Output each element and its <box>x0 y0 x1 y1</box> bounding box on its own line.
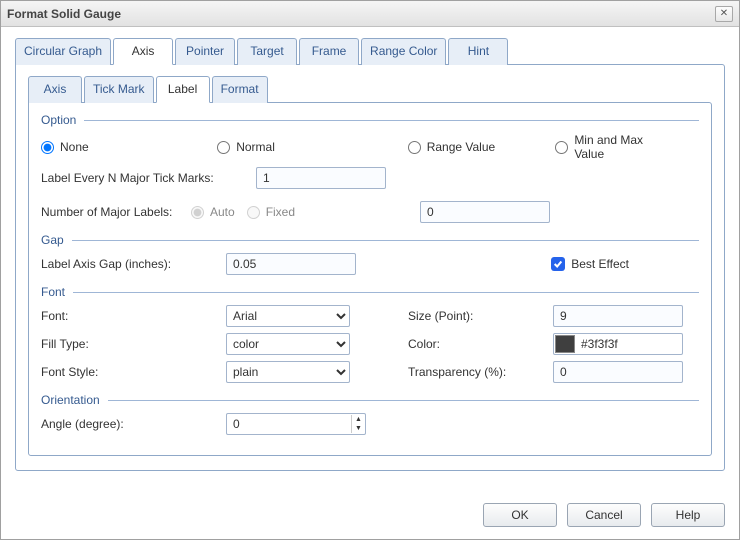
subtab-label[interactable]: Label <box>156 76 210 103</box>
num-major-label: Number of Major Labels: <box>41 205 172 219</box>
font-style-select[interactable]: plain <box>226 361 350 383</box>
radio-fixed-input[interactable] <box>247 206 260 219</box>
sub-tabpanel: Option None Normal <box>28 102 712 456</box>
section-font: Font <box>41 285 699 299</box>
titlebar: Format Solid Gauge ✕ <box>1 1 739 27</box>
section-gap: Gap <box>41 233 699 247</box>
tab-target[interactable]: Target <box>237 38 297 65</box>
subtab-tick-mark[interactable]: Tick Mark <box>84 76 154 103</box>
tab-axis[interactable]: Axis <box>113 38 173 65</box>
best-effect-label: Best Effect <box>571 257 629 271</box>
checkbox-checked-icon <box>551 257 565 271</box>
fill-type-select[interactable]: color <box>226 333 350 355</box>
angle-label: Angle (degree): <box>41 417 124 431</box>
label-axis-gap-input[interactable] <box>226 253 356 275</box>
font-row-2: Fill Type: color Color: #3f3f3f <box>41 333 699 355</box>
color-picker[interactable]: #3f3f3f <box>553 333 683 355</box>
font-row-1: Font: Arial Size (Point): <box>41 305 699 327</box>
spinner-down-icon[interactable]: ▼ <box>352 424 365 433</box>
font-style-label: Font Style: <box>41 365 98 379</box>
num-major-row: Number of Major Labels: Auto Fixed <box>41 201 699 223</box>
main-tabpanel: Axis Tick Mark Label Format Option None <box>15 64 725 471</box>
label-every-n-input[interactable] <box>256 167 386 189</box>
tab-circular-graph[interactable]: Circular Graph <box>15 38 111 65</box>
tab-hint[interactable]: Hint <box>448 38 508 65</box>
radio-range-value-input[interactable] <box>408 141 421 154</box>
gap-row: Label Axis Gap (inches): Best Effect <box>41 253 699 275</box>
main-tabstrip: Circular Graph Axis Pointer Target Frame… <box>15 37 725 64</box>
spinner-up-icon[interactable]: ▲ <box>352 415 365 424</box>
angle-spinner[interactable]: 0 ▲ ▼ <box>226 413 366 435</box>
cancel-button[interactable]: Cancel <box>567 503 641 527</box>
transparency-label: Transparency (%): <box>408 365 506 379</box>
best-effect-checkbox[interactable]: Best Effect <box>551 257 629 271</box>
orientation-row: Angle (degree): 0 ▲ ▼ <box>41 413 699 435</box>
close-button[interactable]: ✕ <box>715 6 733 22</box>
font-select[interactable]: Arial <box>226 305 350 327</box>
font-label: Font: <box>41 309 68 323</box>
radio-auto-input[interactable] <box>191 206 204 219</box>
radio-none[interactable]: None <box>41 140 89 154</box>
radio-fixed[interactable]: Fixed <box>247 205 295 219</box>
content-area: Circular Graph Axis Pointer Target Frame… <box>1 27 739 495</box>
radio-normal-input[interactable] <box>217 141 230 154</box>
radio-min-max-input[interactable] <box>555 141 568 154</box>
font-row-3: Font Style: plain Transparency (%): <box>41 361 699 383</box>
subtab-axis[interactable]: Axis <box>28 76 82 103</box>
dialog-footer: OK Cancel Help <box>1 495 739 539</box>
close-icon: ✕ <box>720 8 728 19</box>
subtab-format[interactable]: Format <box>212 76 268 103</box>
radio-normal[interactable]: Normal <box>217 140 275 154</box>
section-orientation: Orientation <box>41 393 699 407</box>
color-label: Color: <box>408 337 440 351</box>
color-value: #3f3f3f <box>581 337 618 351</box>
window-title: Format Solid Gauge <box>7 7 715 21</box>
angle-value: 0 <box>227 417 351 431</box>
fill-type-label: Fill Type: <box>41 337 89 351</box>
color-swatch <box>555 335 575 353</box>
dialog-window: Format Solid Gauge ✕ Circular Graph Axis… <box>0 0 740 540</box>
section-option: Option <box>41 113 699 127</box>
help-button[interactable]: Help <box>651 503 725 527</box>
sub-tabstrip: Axis Tick Mark Label Format <box>28 75 712 102</box>
label-axis-gap-label: Label Axis Gap (inches): <box>41 257 171 271</box>
tab-pointer[interactable]: Pointer <box>175 38 235 65</box>
option-radio-row: None Normal Range Value <box>41 133 699 161</box>
tab-frame[interactable]: Frame <box>299 38 359 65</box>
radio-none-input[interactable] <box>41 141 54 154</box>
radio-range-value[interactable]: Range Value <box>408 140 496 154</box>
radio-min-max[interactable]: Min and Max Value <box>555 133 669 161</box>
ok-button[interactable]: OK <box>483 503 557 527</box>
tab-range-color[interactable]: Range Color <box>361 38 446 65</box>
transparency-input[interactable] <box>553 361 683 383</box>
size-input[interactable] <box>553 305 683 327</box>
size-label: Size (Point): <box>408 309 473 323</box>
label-every-n-row: Label Every N Major Tick Marks: <box>41 167 699 189</box>
num-major-input[interactable] <box>420 201 550 223</box>
label-every-n-label: Label Every N Major Tick Marks: <box>41 171 214 185</box>
radio-auto[interactable]: Auto <box>191 205 235 219</box>
